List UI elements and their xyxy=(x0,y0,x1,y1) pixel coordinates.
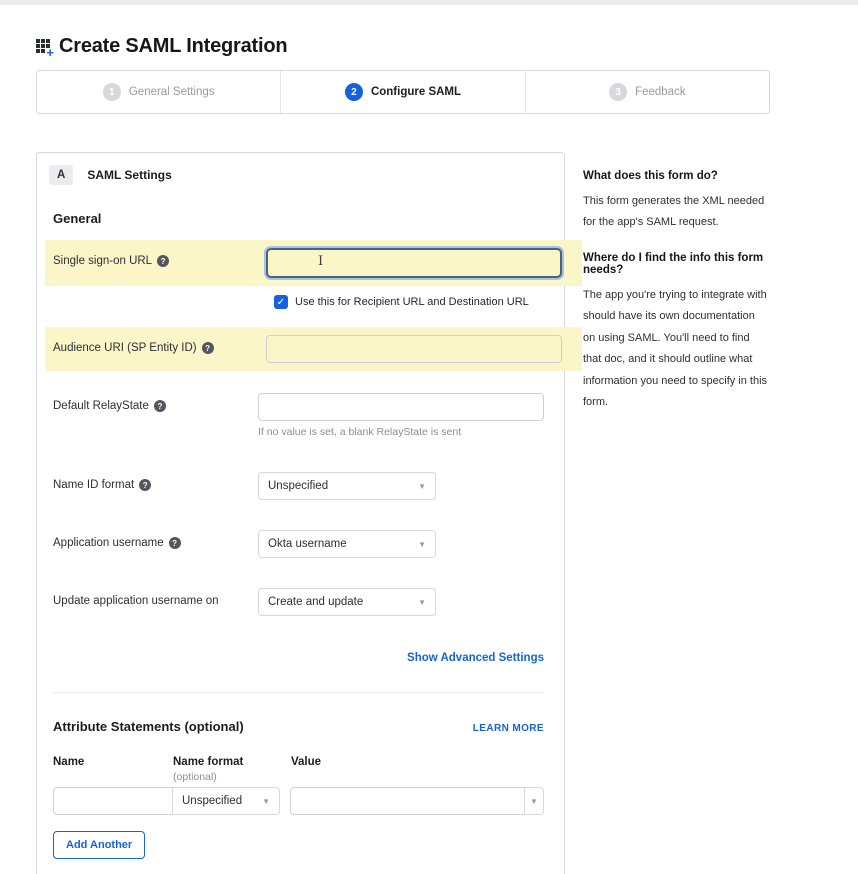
application-username-row: Application username ? Okta username ▼ xyxy=(37,524,564,564)
help-sidebar: What does this form do? This form genera… xyxy=(583,152,770,432)
col-optional-note: (optional) xyxy=(173,771,217,783)
chevron-down-icon: ▼ xyxy=(262,796,270,806)
page-title: Create SAML Integration xyxy=(59,35,288,57)
step-1-badge: 1 xyxy=(102,83,121,101)
step-1-label: General Settings xyxy=(128,86,215,98)
step-feedback[interactable]: 3 Feedback xyxy=(524,71,769,113)
application-username-select[interactable]: Okta username ▼ xyxy=(258,530,436,558)
step-2-badge: 2 xyxy=(344,83,363,101)
recipient-url-checkbox-label: Use this for Recipient URL and Destinati… xyxy=(295,296,529,308)
checkbox-checked-icon[interactable]: ✓ xyxy=(274,295,288,309)
page-header: + Create SAML Integration xyxy=(36,35,770,59)
learn-more-link[interactable]: LEARN MORE xyxy=(473,723,544,734)
help-icon[interactable]: ? xyxy=(201,342,214,354)
col-name-format: Name format (optional) xyxy=(173,756,291,783)
step-3-badge: 3 xyxy=(609,83,628,101)
page: + Create SAML Integration 1 General Sett… xyxy=(36,35,770,874)
section-a-badge: A xyxy=(49,165,74,185)
step-wizard: 1 General Settings 2 Configure SAML 3 Fe… xyxy=(36,70,770,114)
help-icon[interactable]: ? xyxy=(139,479,152,491)
chevron-down-icon: ▼ xyxy=(418,539,426,549)
col-name: Name xyxy=(53,756,85,768)
help-icon[interactable]: ? xyxy=(153,400,166,412)
name-id-format-select[interactable]: Unspecified ▼ xyxy=(258,472,436,500)
show-advanced-settings-link[interactable]: Show Advanced Settings xyxy=(407,652,544,664)
chevron-down-icon: ▼ xyxy=(418,597,426,607)
relay-state-input[interactable] xyxy=(258,393,544,421)
name-id-format-label: Name ID format ? xyxy=(53,472,258,491)
attribute-columns: Name Name format (optional) Value xyxy=(37,756,564,783)
help-answer-1: This form generates the XML needed for t… xyxy=(583,195,765,229)
relay-state-hint: If no value is set, a blank RelayState i… xyxy=(258,426,462,438)
attr-name-input[interactable] xyxy=(53,787,173,815)
recipient-url-checkbox-row: ✓ Use this for Recipient URL and Destina… xyxy=(37,286,564,311)
update-username-select[interactable]: Create and update ▼ xyxy=(258,588,436,616)
attr-value-dropdown-button[interactable]: ▼ xyxy=(524,787,544,815)
sso-url-label: Single sign-on URL ? xyxy=(53,248,266,267)
window-top-strip xyxy=(0,0,858,5)
step-3-label: Feedback xyxy=(635,86,686,98)
chevron-down-icon: ▼ xyxy=(418,481,426,491)
step-configure-saml[interactable]: 2 Configure SAML xyxy=(280,71,524,113)
attr-value-input[interactable] xyxy=(290,787,525,815)
help-icon[interactable]: ? xyxy=(168,537,181,549)
relay-state-label: Default RelayState ? xyxy=(53,393,258,412)
update-username-label: Update application username on xyxy=(53,595,219,607)
audience-uri-label: Audience URI (SP Entity ID) ? xyxy=(53,335,266,354)
audience-uri-input[interactable] xyxy=(266,335,562,363)
panel-header: A SAML Settings xyxy=(37,163,564,185)
section-divider xyxy=(53,692,544,693)
sso-url-input[interactable] xyxy=(266,248,562,278)
col-value: Value xyxy=(291,756,322,768)
attr-name-format-select[interactable]: Unspecified ▼ xyxy=(172,787,280,815)
help-icon[interactable]: ? xyxy=(157,255,170,267)
update-username-row: Update application username on Create an… xyxy=(37,582,564,622)
application-username-label: Application username ? xyxy=(53,530,258,549)
relay-state-row: Default RelayState ? If no value is set,… xyxy=(37,387,564,444)
audience-uri-row: Audience URI (SP Entity ID) ? xyxy=(45,327,582,371)
step-2-label: Configure SAML xyxy=(370,86,462,98)
attribute-row: Unspecified ▼ ▼ xyxy=(37,787,564,815)
help-question-2: Where do I find the info this form needs… xyxy=(583,251,764,276)
app-grid-add-icon: + xyxy=(36,38,54,59)
chevron-down-icon: ▼ xyxy=(530,796,538,806)
step-general-settings[interactable]: 1 General Settings xyxy=(37,71,280,113)
sso-url-row: Single sign-on URL ? I xyxy=(45,240,582,286)
panel-title: SAML Settings xyxy=(87,168,172,182)
attribute-statements-heading: Attribute Statements (optional) xyxy=(53,719,244,734)
help-answer-2: The app you're trying to integrate with … xyxy=(583,288,768,409)
help-question-1: What does this form do? xyxy=(583,170,718,182)
saml-settings-panel: A SAML Settings General Single sign-on U… xyxy=(36,152,582,874)
name-id-format-row: Name ID format ? Unspecified ▼ xyxy=(37,466,564,506)
add-another-button[interactable]: Add Another xyxy=(53,831,146,859)
general-heading: General xyxy=(53,211,102,226)
